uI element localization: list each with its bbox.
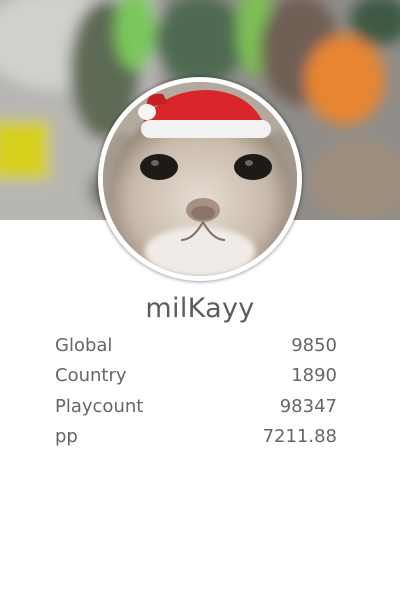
stat-label: pp xyxy=(55,426,78,448)
username: milKayy xyxy=(145,293,255,324)
stat-row-pp: pp 7211.88 xyxy=(55,422,337,453)
stat-value: 9850 xyxy=(291,334,337,356)
stat-label: Global xyxy=(55,334,113,356)
profile-card: milKayy Global 9850 Country 1890 Playcou… xyxy=(0,0,400,600)
stat-value: 1890 xyxy=(291,365,337,387)
avatar-frame xyxy=(98,77,302,281)
stat-row-country: Country 1890 xyxy=(55,361,337,392)
stat-row-global: Global 9850 xyxy=(55,330,337,361)
avatar[interactable] xyxy=(103,82,297,276)
stat-row-playcount: Playcount 98347 xyxy=(55,391,337,422)
stats-list: Global 9850 Country 1890 Playcount 98347… xyxy=(55,330,337,452)
stat-label: Playcount xyxy=(55,395,144,417)
stat-value: 98347 xyxy=(279,395,337,417)
stat-label: Country xyxy=(55,365,127,387)
stat-value: 7211.88 xyxy=(262,426,337,448)
